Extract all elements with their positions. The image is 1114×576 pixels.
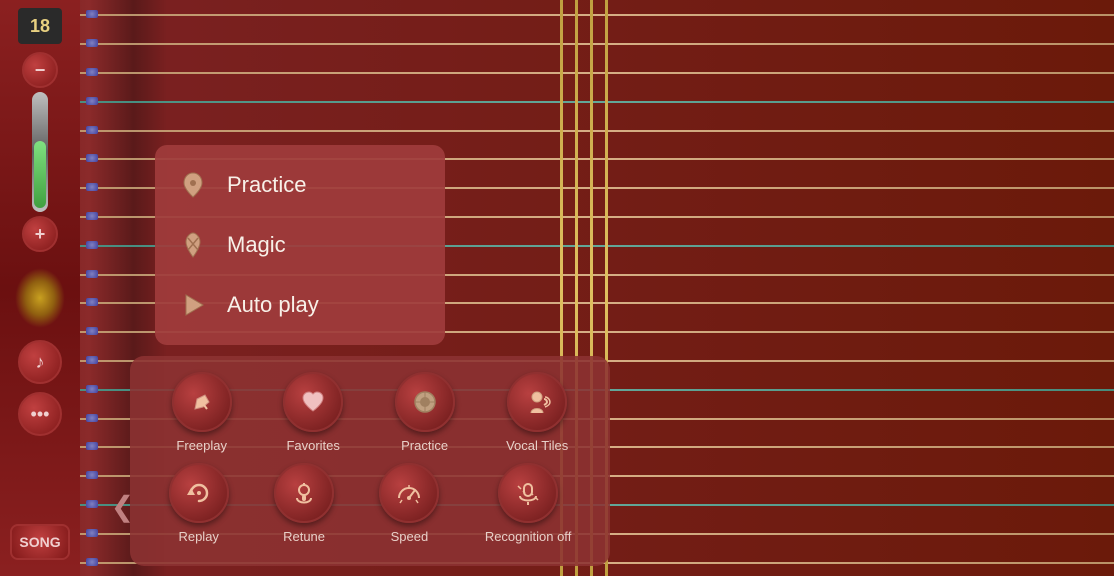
practice-label: Practice	[401, 438, 448, 453]
tuning-pin	[86, 97, 98, 105]
favorites-label: Favorites	[286, 438, 339, 453]
tuning-pin	[86, 558, 98, 566]
speed-label: Speed	[391, 529, 429, 544]
retune-button[interactable]	[274, 463, 334, 523]
tuning-pin	[86, 154, 98, 162]
vocal-tiles-label: Vocal Tiles	[506, 438, 568, 453]
music-note-button[interactable]: ♪	[18, 340, 62, 384]
vocal-tiles-control[interactable]: Vocal Tiles	[506, 372, 568, 453]
tuning-pin	[86, 10, 98, 18]
volume-plus-button[interactable]: +	[22, 216, 58, 252]
tuning-pin	[86, 385, 98, 393]
practice-control[interactable]: Practice	[395, 372, 455, 453]
tuning-pin	[86, 212, 98, 220]
tuning-pin	[86, 414, 98, 422]
tuning-pin	[86, 529, 98, 537]
volume-section: − +	[22, 52, 58, 252]
tuning-pin	[86, 183, 98, 191]
replay-control[interactable]: Replay	[169, 463, 229, 544]
retune-label: Retune	[283, 529, 325, 544]
more-options-button[interactable]: •••	[18, 392, 62, 436]
freeplay-button[interactable]	[172, 372, 232, 432]
speed-button[interactable]	[379, 463, 439, 523]
recognition-off-label: Recognition off	[485, 529, 572, 544]
vocal-tiles-button[interactable]	[507, 372, 567, 432]
recognition-off-control[interactable]: Recognition off	[485, 463, 572, 544]
replay-button[interactable]	[169, 463, 229, 523]
autoplay-mode-icon	[175, 287, 211, 323]
autoplay-mode-label: Auto play	[227, 292, 319, 318]
tuning-pin	[86, 39, 98, 47]
more-options-icon: •••	[31, 404, 50, 425]
mode-menu-popup: Practice Magic Auto play	[155, 145, 445, 345]
practice-mode-icon	[175, 167, 211, 203]
music-note-icon: ♪	[36, 352, 45, 373]
magic-mode-icon	[175, 227, 211, 263]
speed-control[interactable]: Speed	[379, 463, 439, 544]
volume-fill	[34, 141, 46, 208]
volume-slider[interactable]	[32, 92, 48, 212]
tuning-pin	[86, 356, 98, 364]
magic-mode-label: Magic	[227, 232, 286, 258]
tuning-pins-row	[82, 0, 112, 576]
song-button[interactable]: SONG	[10, 524, 70, 560]
retune-control[interactable]: Retune	[274, 463, 334, 544]
controls-row-2: Replay Retune	[146, 463, 594, 544]
favorites-button[interactable]	[283, 372, 343, 432]
tuning-pin	[86, 327, 98, 335]
tuning-pin	[86, 298, 98, 306]
tuning-pin	[86, 500, 98, 508]
freeplay-control[interactable]: Freeplay	[172, 372, 232, 453]
tuning-pin	[86, 68, 98, 76]
recognition-off-button[interactable]	[498, 463, 558, 523]
tuning-pin	[86, 241, 98, 249]
controls-row-1: Freeplay Favorites Practice	[146, 372, 594, 453]
tuning-pin	[86, 270, 98, 278]
volume-minus-button[interactable]: −	[22, 52, 58, 88]
replay-label: Replay	[178, 529, 218, 544]
favorites-control[interactable]: Favorites	[283, 372, 343, 453]
mode-item-magic[interactable]: Magic	[155, 215, 445, 275]
freeplay-label: Freeplay	[176, 438, 227, 453]
practice-mode-label: Practice	[227, 172, 306, 198]
tuning-pin	[86, 442, 98, 450]
tuning-pin	[86, 126, 98, 134]
number-display: 18	[18, 8, 62, 44]
practice-button[interactable]	[395, 372, 455, 432]
controls-panel: Freeplay Favorites Practice	[130, 356, 610, 566]
mode-item-autoplay[interactable]: Auto play	[155, 275, 445, 335]
decorative-ornament	[15, 268, 65, 328]
tuning-pin	[86, 471, 98, 479]
mode-item-practice[interactable]: Practice	[155, 155, 445, 215]
left-panel: 18 − + ♪ ••• SONG	[0, 0, 80, 576]
chevron-left-button[interactable]: ❮	[110, 476, 135, 536]
